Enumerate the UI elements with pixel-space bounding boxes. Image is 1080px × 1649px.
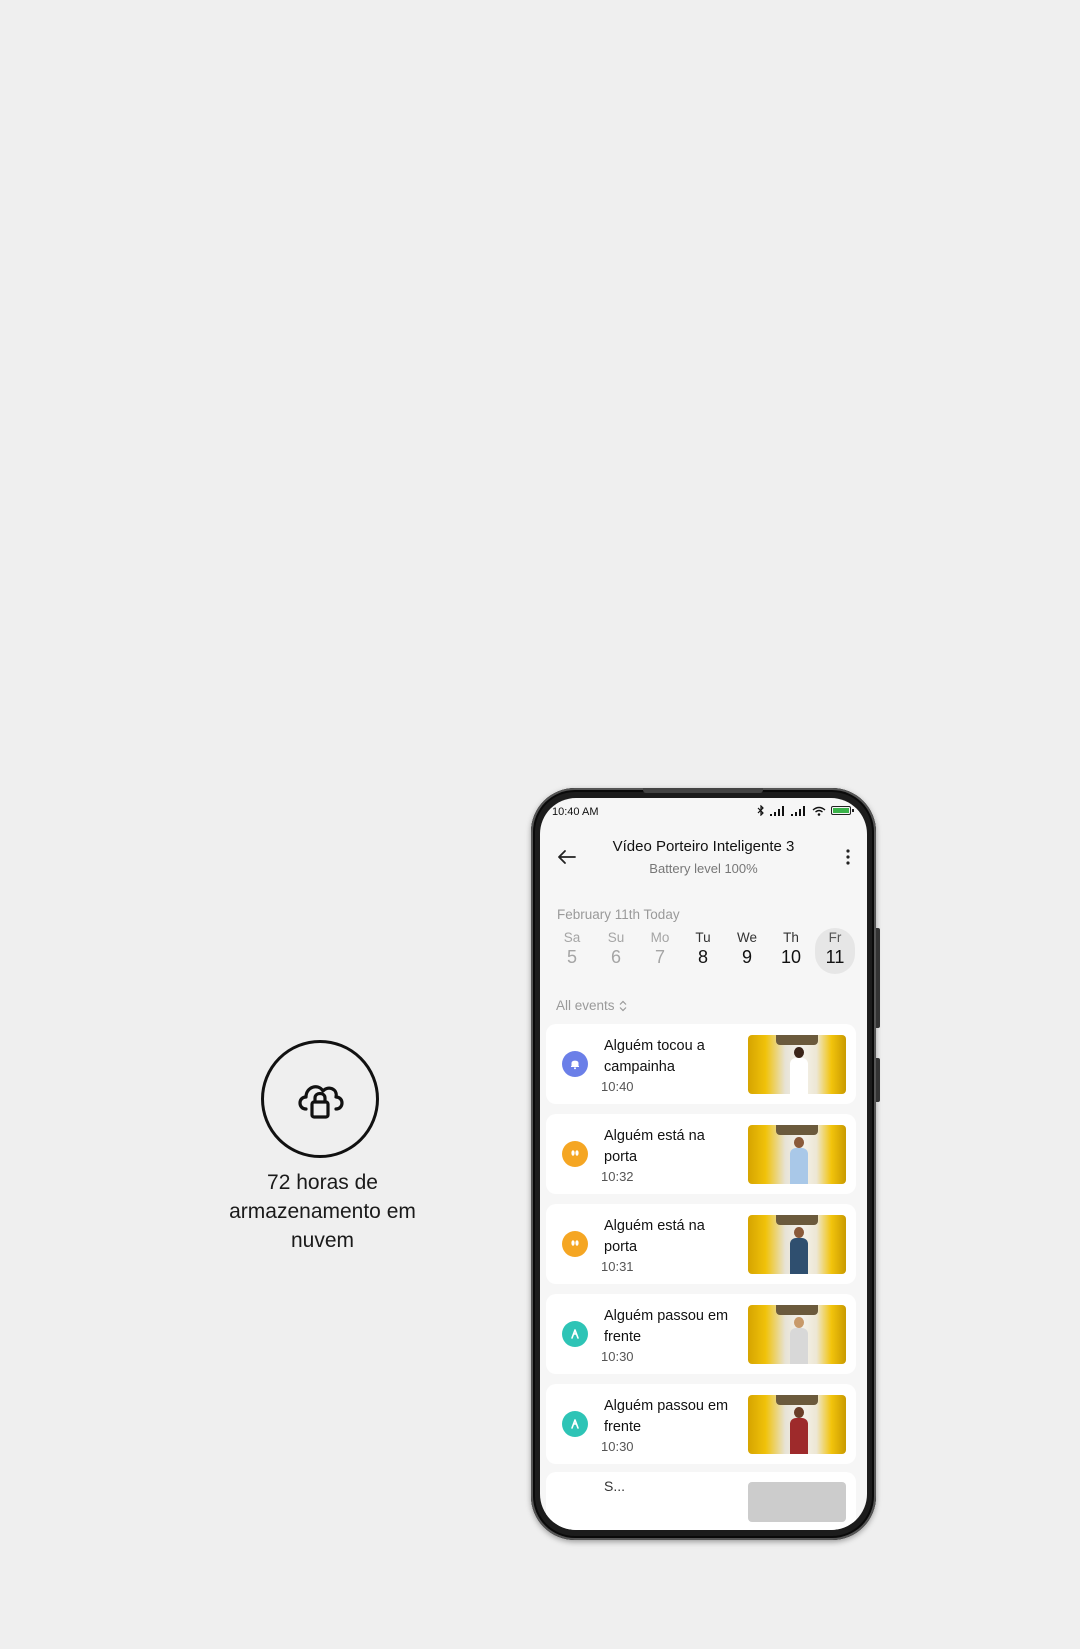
feature-icon-circle — [261, 1040, 379, 1158]
day-name: Fr — [828, 930, 842, 945]
day-item-today[interactable]: Fr 11 — [815, 928, 855, 974]
day-number: 7 — [654, 947, 665, 967]
day-item[interactable]: Sa 5 — [552, 928, 592, 974]
event-type-badge — [562, 1141, 588, 1167]
day-number: 6 — [610, 947, 621, 967]
bluetooth-icon — [757, 805, 764, 816]
day-item[interactable]: We 9 — [727, 928, 767, 974]
volume-button — [876, 928, 880, 1028]
event-title: Alguém está na porta — [604, 1128, 705, 1165]
day-number: 9 — [741, 947, 752, 967]
event-title: Alguém passou em frente — [604, 1398, 729, 1435]
day-selector: Sa 5 Su 6 Mo 7 Tu 8 We 9 Th 10 Fr 11 — [552, 928, 858, 978]
event-time: 10:30 — [601, 1349, 634, 1364]
day-number: 8 — [697, 947, 708, 967]
event-time: 10:40 — [601, 1079, 634, 1094]
feature-caption-line: armazenamento em — [229, 1200, 416, 1223]
event-thumbnail[interactable] — [748, 1305, 846, 1364]
more-options-icon[interactable] — [845, 848, 851, 866]
battery-icon — [831, 806, 854, 815]
date-label: February 11th Today — [557, 907, 680, 922]
day-number: 10 — [780, 947, 802, 967]
app-header: Vídeo Porteiro Inteligente 3 Battery lev… — [540, 830, 867, 890]
day-item[interactable]: Tu 8 — [683, 928, 723, 974]
event-title: S... — [604, 1478, 626, 1494]
day-name: Th — [783, 930, 799, 945]
day-name: Su — [607, 930, 625, 945]
cloud-lock-icon — [298, 1085, 344, 1119]
status-bar: 10:40 AM — [540, 798, 867, 822]
event-card[interactable]: Alguém está na porta 10:31 — [546, 1204, 856, 1284]
day-item[interactable]: Mo 7 — [640, 928, 680, 974]
bell-icon — [571, 1060, 579, 1070]
event-card[interactable]: Alguém está na porta 10:32 — [546, 1114, 856, 1194]
event-filter-dropdown[interactable]: All events — [556, 998, 627, 1013]
day-name: Sa — [563, 930, 581, 945]
event-type-badge — [562, 1321, 588, 1347]
event-card-partial[interactable]: S... — [546, 1472, 856, 1530]
power-button — [876, 1058, 880, 1102]
event-thumbnail[interactable] — [748, 1125, 846, 1184]
event-title: Alguém passou em frente — [604, 1308, 729, 1345]
status-time: 10:40 AM — [552, 806, 599, 818]
event-title: Alguém tocou a campainha — [604, 1038, 705, 1075]
phone-frame: 10:40 AM Vídeo Porteiro Inteligente 3 Ba… — [531, 788, 880, 1540]
filter-label: All events — [556, 998, 615, 1013]
walking-icon — [571, 1419, 579, 1429]
phone-top-edge — [643, 788, 763, 793]
footprints-icon — [571, 1150, 579, 1156]
event-time: 10:31 — [601, 1259, 634, 1274]
day-name: Tu — [695, 930, 711, 945]
event-type-badge — [562, 1231, 588, 1257]
event-card[interactable]: Alguém passou em frente 10:30 — [546, 1384, 856, 1464]
footprints-icon — [571, 1240, 579, 1246]
signal-icon — [770, 805, 784, 816]
event-thumbnail[interactable] — [748, 1035, 846, 1094]
day-name: We — [736, 930, 757, 945]
event-thumbnail[interactable] — [748, 1395, 846, 1454]
day-item[interactable]: Su 6 — [596, 928, 636, 974]
day-item[interactable]: Th 10 — [771, 928, 811, 974]
event-card[interactable]: Alguém tocou a campainha 10:40 — [546, 1024, 856, 1104]
feature-caption-line: 72 horas de — [267, 1171, 378, 1194]
signal-icon — [791, 805, 805, 816]
sort-chevron-icon — [619, 1000, 626, 1011]
battery-level-text: Battery level 100% — [649, 861, 758, 876]
event-title: Alguém está na porta — [604, 1218, 705, 1255]
feature-caption: 72 horas de armazenamento em nuvem — [200, 1168, 445, 1255]
phone-screen: 10:40 AM Vídeo Porteiro Inteligente 3 Ba… — [540, 798, 867, 1530]
event-card[interactable]: Alguém passou em frente 10:30 — [546, 1294, 856, 1374]
event-type-badge — [562, 1411, 588, 1437]
event-thumbnail[interactable] — [748, 1482, 846, 1522]
walking-icon — [571, 1329, 579, 1339]
feature-caption-line: nuvem — [290, 1229, 355, 1252]
wifi-icon — [812, 806, 826, 816]
event-time: 10:32 — [601, 1169, 634, 1184]
day-name: Mo — [650, 930, 670, 945]
event-time: 10:30 — [601, 1439, 634, 1454]
page-title: Vídeo Porteiro Inteligente 3 — [612, 838, 795, 855]
day-number: 5 — [566, 947, 577, 967]
event-type-badge — [562, 1051, 588, 1077]
day-number: 11 — [825, 947, 845, 967]
event-thumbnail[interactable] — [748, 1215, 846, 1274]
